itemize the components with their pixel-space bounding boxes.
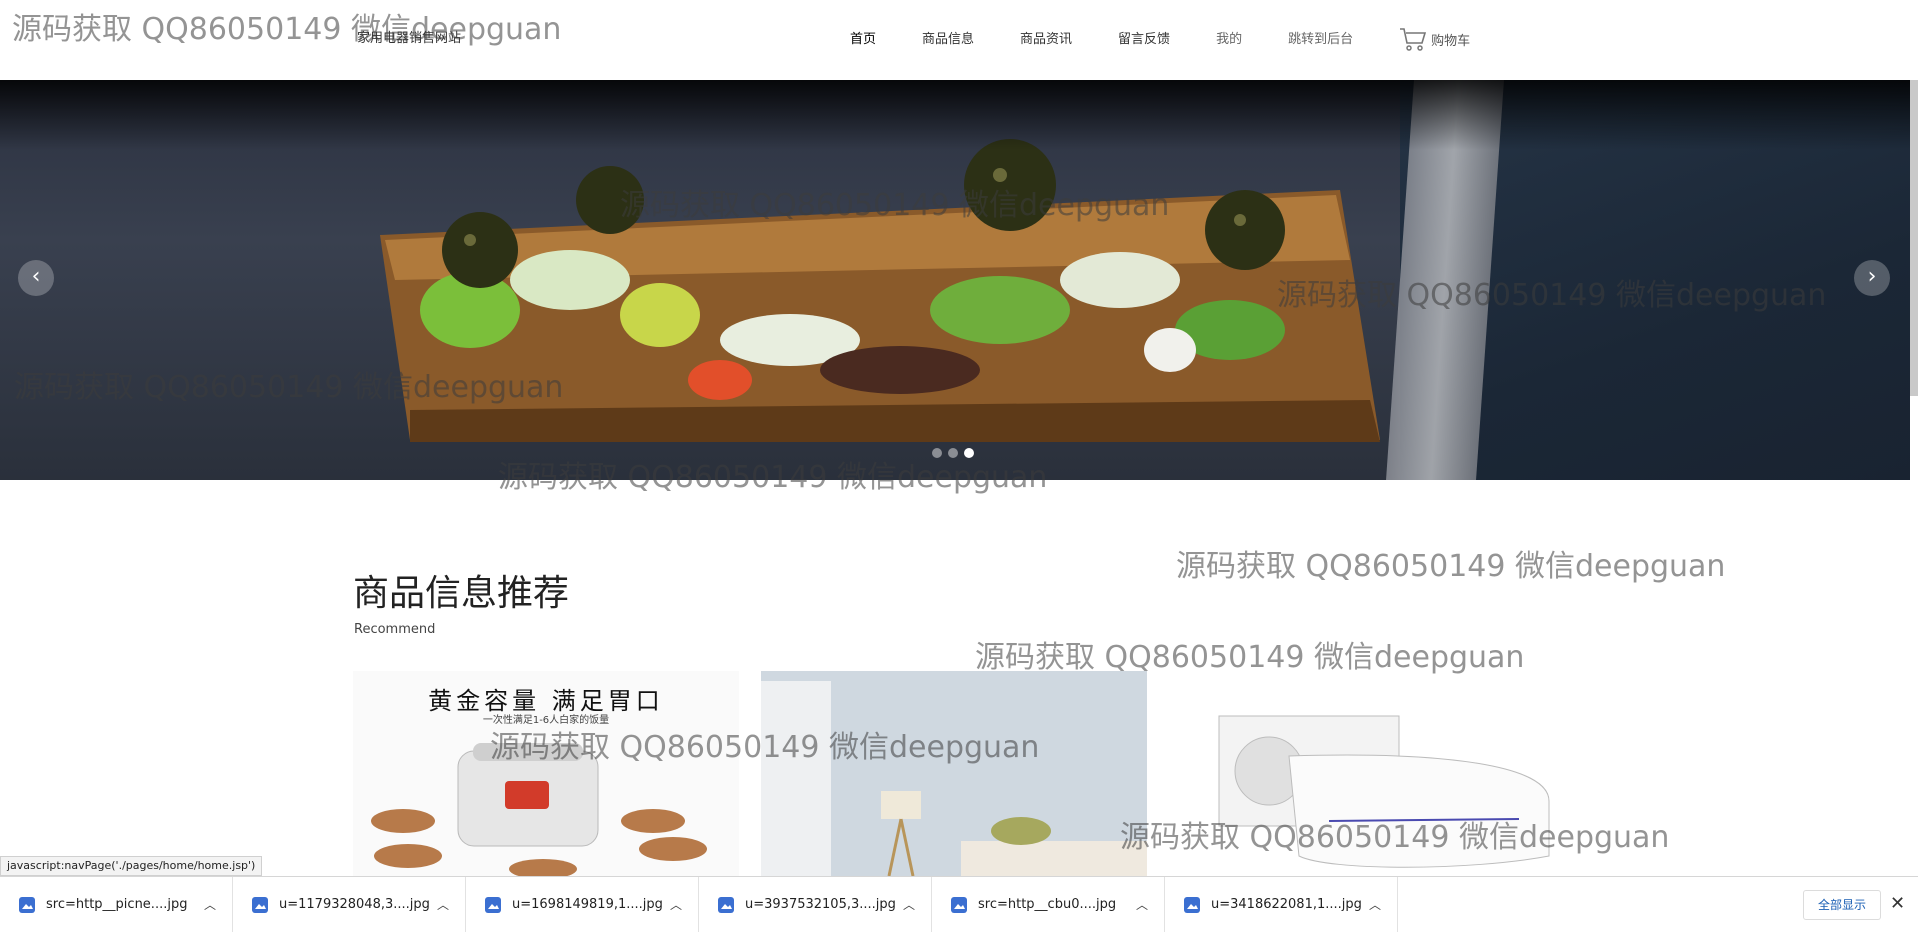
status-bar-url: javascript:navPage('./pages/home/home.js… <box>0 856 263 876</box>
download-filename: u=1698149819,1....jpg <box>512 897 662 912</box>
banner-carousel[interactable]: ‹ › <box>0 80 1910 480</box>
image-file-icon <box>19 896 35 913</box>
image-file-icon <box>1184 896 1200 913</box>
nav-news[interactable]: 商品资讯 <box>1020 22 1072 53</box>
nav-feedback[interactable]: 留言反馈 <box>1118 22 1170 53</box>
carousel-dots <box>932 448 980 458</box>
main-nav: 首页 商品信息 商品资讯 留言反馈 我的 跳转到后台 购物车 <box>850 22 1470 53</box>
chevron-up-icon[interactable]: ︿ <box>1369 896 1381 913</box>
nav-mine[interactable]: 我的 <box>1216 22 1242 53</box>
cart-label: 购物车 <box>1431 34 1471 49</box>
download-filename: src=http__picne....jpg <box>46 897 188 912</box>
watermark-text: 源码获取 QQ86050149 微信deepguan <box>1176 549 1726 584</box>
carousel-next-button[interactable]: › <box>1854 260 1890 296</box>
image-file-icon <box>951 896 967 913</box>
product-card[interactable]: 黄金容量 满足胃口 一次性满足1-6人白家的饭量 <box>353 671 739 876</box>
chevron-up-icon[interactable]: ︿ <box>437 896 449 913</box>
download-item[interactable]: src=http__picne....jpg ︿ <box>0 876 233 932</box>
chevron-up-icon[interactable]: ︿ <box>670 896 682 913</box>
product-card[interactable] <box>1169 671 1555 876</box>
product-card[interactable] <box>761 671 1147 876</box>
chevron-up-icon[interactable]: ︿ <box>1136 896 1148 913</box>
download-item[interactable]: u=3937532105,3....jpg ︿ <box>699 876 932 932</box>
cart-icon <box>1400 27 1427 51</box>
section-title: 商品信息推荐 <box>353 573 570 614</box>
download-item[interactable]: src=http__cbu0....jpg ︿ <box>932 876 1165 932</box>
cart-link[interactable]: 购物车 <box>1399 27 1470 53</box>
nav-admin[interactable]: 跳转到后台 <box>1288 22 1353 53</box>
image-file-icon <box>485 896 501 913</box>
download-filename: u=3418622081,1....jpg <box>1211 897 1361 912</box>
download-filename: src=http__cbu0....jpg <box>978 897 1117 912</box>
air-conditioner-image <box>1218 715 1550 868</box>
rice-cooker-image <box>371 743 707 876</box>
download-filename: u=1179328048,3....jpg <box>279 897 429 912</box>
nav-home[interactable]: 首页 <box>850 22 876 53</box>
page: 家用电器销售网站 首页 商品信息 商品资讯 留言反馈 我的 跳转到后台 购物车 <box>0 0 1918 932</box>
download-item[interactable]: u=3418622081,1....jpg ︿ <box>1165 876 1398 932</box>
nav-products[interactable]: 商品信息 <box>922 22 974 53</box>
download-filename: u=3937532105,3....jpg <box>745 897 895 912</box>
site-name[interactable]: 家用电器销售网站 <box>357 27 461 46</box>
section-subtitle: Recommend <box>354 622 436 637</box>
site-header: 家用电器销售网站 首页 商品信息 商品资讯 留言反馈 我的 跳转到后台 购物车 <box>0 0 1918 80</box>
download-item[interactable]: u=1698149819,1....jpg ︿ <box>466 876 699 932</box>
living-room-image <box>761 671 1147 876</box>
show-all-downloads-button[interactable]: 全部显示 <box>1803 890 1881 920</box>
chevron-up-icon[interactable]: ︿ <box>204 896 216 913</box>
carousel-dot-active[interactable] <box>964 448 974 458</box>
slide-shade <box>0 80 1910 150</box>
download-item[interactable]: u=1179328048,3....jpg ︿ <box>233 876 466 932</box>
downloads-bar: src=http__picne....jpg ︿ u=1179328048,3.… <box>0 876 1918 932</box>
image-file-icon <box>252 896 268 913</box>
carousel-prev-button[interactable]: ‹ <box>18 260 54 296</box>
chevron-up-icon[interactable]: ︿ <box>903 896 915 913</box>
close-icon[interactable]: ✕ <box>1890 893 1905 914</box>
page-scrollbar-thumb[interactable] <box>1910 80 1918 396</box>
carousel-dot[interactable] <box>948 448 958 458</box>
image-file-icon <box>718 896 734 913</box>
watermark-text: 源码获取 QQ86050149 微信deepguan <box>975 640 1525 675</box>
carousel-dot[interactable] <box>932 448 942 458</box>
